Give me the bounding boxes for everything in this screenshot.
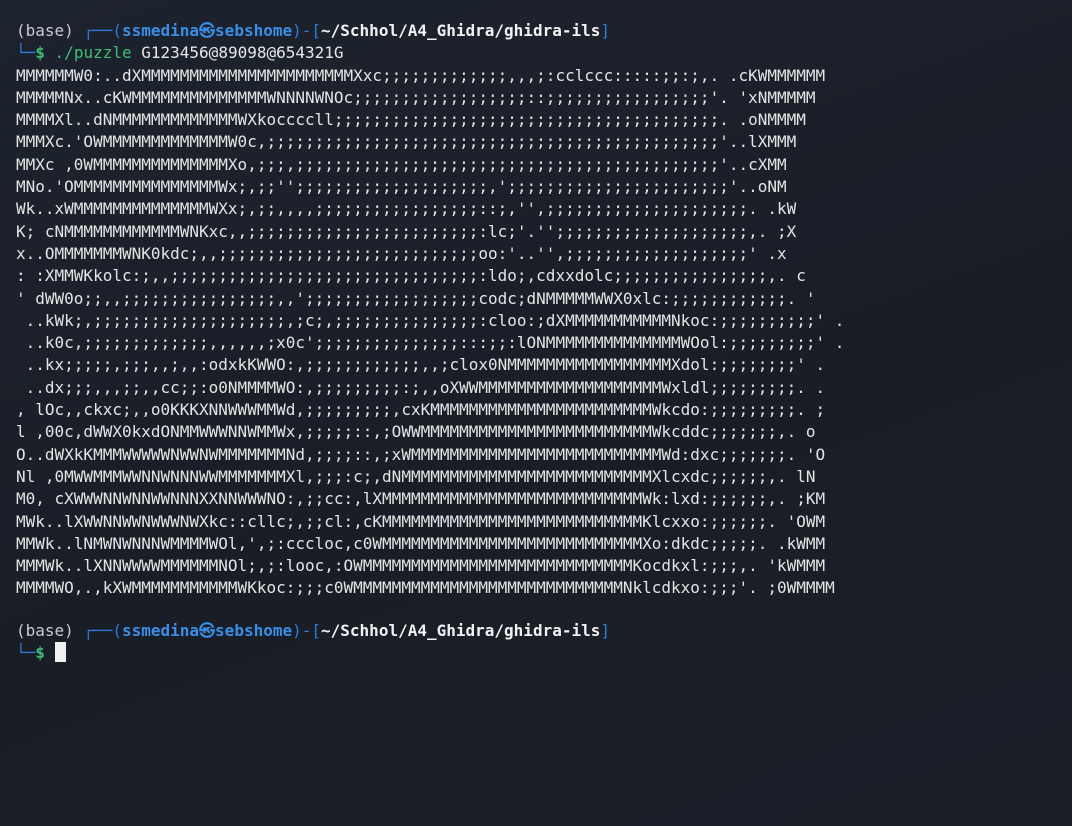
terminal-cursor[interactable] (54, 642, 66, 663)
ascii-art-line: MMMMWO,.,kXWMMMMMMMMMMMWKkoc:;;;c0WMMMMM… (16, 578, 835, 598)
ascii-art-line: : :XMMWKkolc:;,,;;;;;;;;;;;;;;;;;;;;;;;;… (16, 266, 806, 286)
ascii-art-line: ..kWk;,;;;;;;;;;;;;;;;;;;;;,;c;,;;;;;;;;… (16, 310, 845, 330)
terminal-window[interactable]: (base) ┌──(ssmedina㉿sebshome)-[~/Schhol/… (0, 0, 1072, 826)
ascii-art-line: x..OMMMMMMMWNK0kdc;,,;;;;;;;;;;;;;;;;;;;… (16, 243, 787, 263)
ascii-art-line: K; cNMMMMMMMMMMMMWNKxc,,;;;;;;;;;;;;;;;;… (16, 221, 797, 241)
ascii-art-line: MMWk..lNMWNWNNNWMMMMWOl,',;:cccloc,c0WMM… (16, 533, 826, 553)
ascii-art-line: MMMXc.'OWMMMMMMMMMMMMMW0c,;;;;;;;;;;;;;;… (16, 132, 797, 152)
prompt-path: ~/Schhol/A4_Ghidra/ghidra-ils (321, 620, 601, 640)
prompt-box-top: ┌──( (83, 21, 122, 40)
prompt-line-2: (base) ┌──(ssmedina㉿sebshome)-[~/Schhol/… (16, 620, 1056, 642)
ascii-art-line: , lOc,,ckxc;,,o0KKKXNNWWWMMWd,;;;;;;;;;,… (16, 400, 826, 420)
ascii-art-line: Nl ,0MWWMMMWWNNWNNNWWMMMMMMMXl,;;;:c;,dN… (16, 466, 816, 486)
prompt-box-bottom: └─ (16, 643, 36, 663)
ascii-art-line: MMMWk..lXNNWWWWMMMMMMNOl;,;:looc,:OWMMMM… (16, 556, 826, 576)
ascii-art-line: ..k0c,;;;;;;;;;;;;;,,,,,,;x0c';;;;;;;;;;… (16, 333, 845, 353)
prompt-hostname: sebshome (215, 620, 293, 640)
conda-env-label: (base) (16, 620, 74, 640)
ascii-art-line: O..dWXkKMMMWWWWWNWWNWMMMMMMMNd,;;;;::,;x… (16, 444, 826, 464)
ascii-art-line: MWk..lXWWNNWWNWWWNWXkc::cllc;,;;cl:,cKMM… (16, 511, 826, 531)
ascii-art-line: M0, cXWWWNNWNNWWNNNXXNNWWWNO:,;;cc:,lXMM… (16, 489, 826, 509)
command-arguments: G123456@89098@654321G (141, 43, 344, 63)
ascii-art-line: ..kx;;;;;,;;;,,;,,:odxkKWWO:,;;;;;;;;;;;… (16, 355, 826, 375)
prompt-dollar: $ (35, 643, 45, 663)
prompt-separator: )-[ (292, 21, 322, 40)
prompt-at-icon: ㉿ (199, 21, 216, 40)
prompt-box-top: ┌──( (83, 620, 122, 640)
ascii-art-line: Wk..xWMMMMMMMMMMMMMMWXx;,;;,,,,;;;;;;;;;… (16, 199, 797, 219)
prompt-username: ssmedina (121, 620, 200, 640)
ascii-art-line: l ,00c,dWWX0kxdONMMWWWNNWMMWx,;;;;;::,;O… (16, 422, 816, 442)
ascii-art-output: MMMMMMW0:..dXMMMMMMMMMMMMMMMMMMMMMMXxc;;… (16, 65, 1056, 600)
command-line-2[interactable]: └─$ (16, 642, 1056, 664)
command-name: ./puzzle (54, 43, 132, 63)
prompt-path: ~/Schhol/A4_Ghidra/ghidra-ils (321, 21, 601, 40)
prompt-at-icon: ㉿ (199, 620, 216, 640)
prompt-line-1: (base) ┌──(ssmedina㉿sebshome)-[~/Schhol/… (16, 20, 1056, 42)
ascii-art-line: MMMMMMW0:..dXMMMMMMMMMMMMMMMMMMMMMMXxc;;… (16, 65, 826, 85)
prompt-close-bracket: ] (600, 620, 611, 640)
prompt-box-bottom: └─ (16, 43, 36, 63)
prompt-username: ssmedina (121, 21, 200, 40)
ascii-art-line: MMMMMNx..cKWMMMMMMMMMMMMMMWNNNNWNOc;;;;;… (16, 87, 816, 107)
command-line-1: └─$ ./puzzle G123456@89098@654321G (16, 42, 1056, 64)
ascii-art-line: ..dx;;;,,,;;,,cc;;:o0NMMMMWO:,;;;;;;;;;:… (16, 377, 826, 397)
ascii-art-line: MMXc ,0WMMMMMMMMMMMMMMXo,;;;,;;;;;;;;;;;… (16, 154, 787, 174)
prompt-close-bracket: ] (600, 21, 611, 40)
ascii-art-line: MNo.'OMMMMMMMMMMMMMMMWx;,;;'';;;;;;;;;;;… (16, 177, 787, 197)
ascii-art-line: ' dWW0o;;,,;;;;;;;;;;;;;;;;,,';;;;;;;;;;… (16, 288, 816, 308)
conda-env-label: (base) (16, 21, 74, 40)
ascii-art-line: MMMMXl..dNMMMMMMMMMMMMMWXkoccccll;;;;;;;… (16, 110, 806, 130)
prompt-separator: )-[ (292, 620, 322, 640)
prompt-dollar: $ (35, 43, 45, 63)
prompt-hostname: sebshome (215, 21, 293, 40)
